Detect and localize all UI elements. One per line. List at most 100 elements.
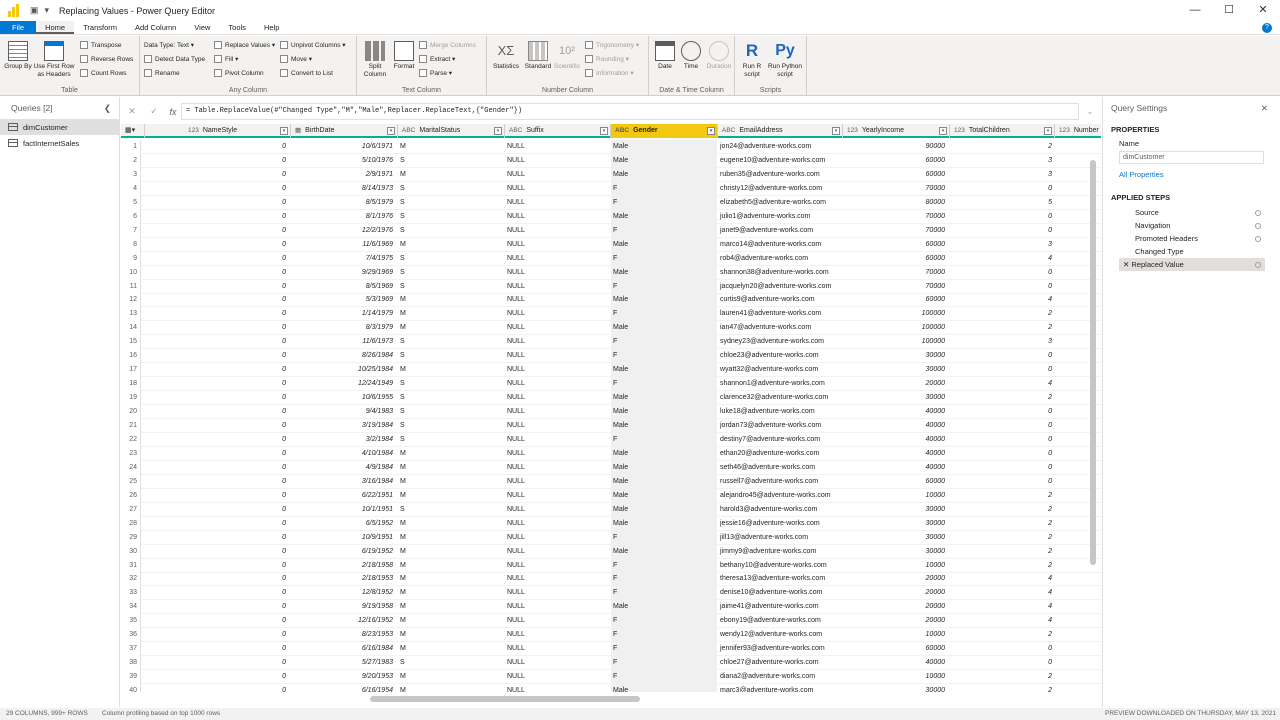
cell[interactable]: NULL <box>505 684 609 692</box>
cell[interactable]: 3/19/1984 <box>291 419 396 433</box>
cell[interactable]: 4 <box>950 586 1055 600</box>
cell[interactable]: S <box>398 196 503 210</box>
cell[interactable]: 0 <box>184 293 289 307</box>
filter-dropdown-icon[interactable]: ▾ <box>387 127 395 135</box>
column-header-suffix[interactable]: ABC Suffix ▾ <box>505 124 611 138</box>
tab-file[interactable]: File <box>0 21 37 34</box>
cell[interactable]: NULL <box>505 572 609 586</box>
cell[interactable]: F <box>611 195 717 210</box>
cell[interactable]: NULL <box>505 600 609 614</box>
cell[interactable]: M <box>398 531 503 545</box>
tab-add-column[interactable]: Add Column <box>126 21 185 34</box>
replace-values-button[interactable]: Replace Values ▾ <box>214 41 275 49</box>
cell[interactable]: M <box>398 461 503 475</box>
cell[interactable]: S <box>398 377 503 391</box>
cell[interactable]: 10000 <box>843 559 948 573</box>
cell[interactable]: 5/27/1983 <box>291 656 396 670</box>
minimize-button[interactable]: — <box>1178 0 1212 21</box>
maximize-button[interactable]: ☐ <box>1212 0 1246 21</box>
cell[interactable]: S <box>398 656 503 670</box>
gear-icon[interactable] <box>1255 222 1261 229</box>
cell[interactable]: 0 <box>950 280 1055 294</box>
cell[interactable]: 0 <box>950 433 1055 447</box>
cell[interactable]: 0 <box>184 238 289 252</box>
cell[interactable]: diana2@adventure-works.com <box>718 670 842 684</box>
cell[interactable]: 0 <box>184 196 289 210</box>
cell[interactable]: 100000 <box>843 321 948 335</box>
type-icon[interactable]: 123 <box>188 127 199 134</box>
type-icon[interactable]: 123 <box>1059 127 1070 134</box>
cell[interactable]: 4/9/1984 <box>291 461 396 475</box>
format-button[interactable]: Format <box>391 41 417 71</box>
step-replaced-value[interactable]: ✕ Replaced Value <box>1119 258 1265 271</box>
cell[interactable]: S <box>398 182 503 196</box>
cell[interactable]: 80000 <box>843 196 948 210</box>
cell[interactable]: 60000 <box>843 154 948 168</box>
cell[interactable]: 0 <box>184 684 289 692</box>
cell[interactable]: NULL <box>505 280 609 294</box>
cell[interactable]: 0 <box>184 182 289 196</box>
cell[interactable]: luke18@adventure-works.com <box>718 405 842 419</box>
cell[interactable]: NULL <box>505 419 609 433</box>
type-icon[interactable]: ABC <box>722 127 735 134</box>
cell[interactable]: Male <box>611 209 717 224</box>
group-by-button[interactable]: Group By <box>4 41 32 71</box>
cell[interactable]: janet9@adventure-works.com <box>718 224 842 238</box>
query-item-factinternetsales[interactable]: factInternetSales <box>0 135 119 151</box>
cell[interactable]: 90000 <box>843 140 948 154</box>
column-header-yearlyincome[interactable]: 123 YearlyIncome ▾ <box>843 124 950 138</box>
cell[interactable]: F <box>611 223 717 238</box>
cell[interactable]: 4 <box>950 293 1055 307</box>
type-icon[interactable]: 123 <box>954 127 965 134</box>
cell[interactable]: M <box>398 517 503 531</box>
cell[interactable]: NULL <box>505 238 609 252</box>
rename-button[interactable]: Rename <box>144 69 180 77</box>
cell[interactable]: denise10@adventure-works.com <box>718 586 842 600</box>
step-changed-type[interactable]: Changed Type <box>1119 245 1265 258</box>
cell[interactable]: 30000 <box>843 517 948 531</box>
cell[interactable]: NULL <box>505 377 609 391</box>
cell[interactable]: 40000 <box>843 419 948 433</box>
cell[interactable]: 30000 <box>843 684 948 692</box>
cell[interactable]: ebony19@adventure-works.com <box>718 614 842 628</box>
column-header-birthdate[interactable]: ▦ BirthDate ▾ <box>291 124 398 138</box>
cell[interactable]: S <box>398 391 503 405</box>
cell[interactable]: F <box>611 307 717 322</box>
commit-formula-icon[interactable]: ✓ <box>143 106 165 117</box>
cell[interactable]: NULL <box>505 545 609 559</box>
cell[interactable]: Male <box>611 446 717 461</box>
cell[interactable]: NULL <box>505 517 609 531</box>
close-button[interactable]: ✕ <box>1246 0 1280 21</box>
cell[interactable]: 30000 <box>843 349 948 363</box>
undo-icon[interactable]: ▾ <box>45 5 50 16</box>
standard-button[interactable]: Standard <box>523 41 553 71</box>
cell[interactable]: bethany10@adventure-works.com <box>718 559 842 573</box>
cell[interactable]: 0 <box>950 475 1055 489</box>
cell[interactable]: jacquelyn20@adventure-works.com <box>718 280 842 294</box>
cell[interactable]: 4/10/1984 <box>291 447 396 461</box>
cell[interactable]: M <box>398 363 503 377</box>
type-icon[interactable]: ABC <box>509 127 522 134</box>
cell[interactable]: ethan20@adventure-works.com <box>718 447 842 461</box>
filter-dropdown-icon[interactable]: ▾ <box>494 127 502 135</box>
cell[interactable]: 5 <box>950 196 1055 210</box>
cell[interactable]: wendy12@adventure-works.com <box>718 628 842 642</box>
cell[interactable]: 2 <box>950 559 1055 573</box>
unpivot-columns-button[interactable]: Unpivot Columns ▾ <box>280 41 346 49</box>
statistics-button[interactable]: XΣ Statistics <box>489 41 523 71</box>
cell[interactable]: F <box>611 628 717 643</box>
column-header-gender[interactable]: ABC Gender ▾ <box>611 124 718 138</box>
cell[interactable]: christy12@adventure-works.com <box>718 182 842 196</box>
cell[interactable]: elizabeth5@adventure-works.com <box>718 196 842 210</box>
cell[interactable]: 7/4/1975 <box>291 252 396 266</box>
cell[interactable]: 0 <box>950 405 1055 419</box>
cell[interactable]: 0 <box>184 475 289 489</box>
cell[interactable]: M <box>398 140 503 154</box>
cell[interactable]: F <box>611 642 717 657</box>
cell[interactable]: 0 <box>184 531 289 545</box>
cell[interactable]: 0 <box>184 503 289 517</box>
horizontal-scrollbar[interactable] <box>150 694 1080 704</box>
cell[interactable]: 30000 <box>843 363 948 377</box>
cell[interactable]: 0 <box>184 363 289 377</box>
scientific-button[interactable]: 10² Scientific <box>551 41 583 71</box>
